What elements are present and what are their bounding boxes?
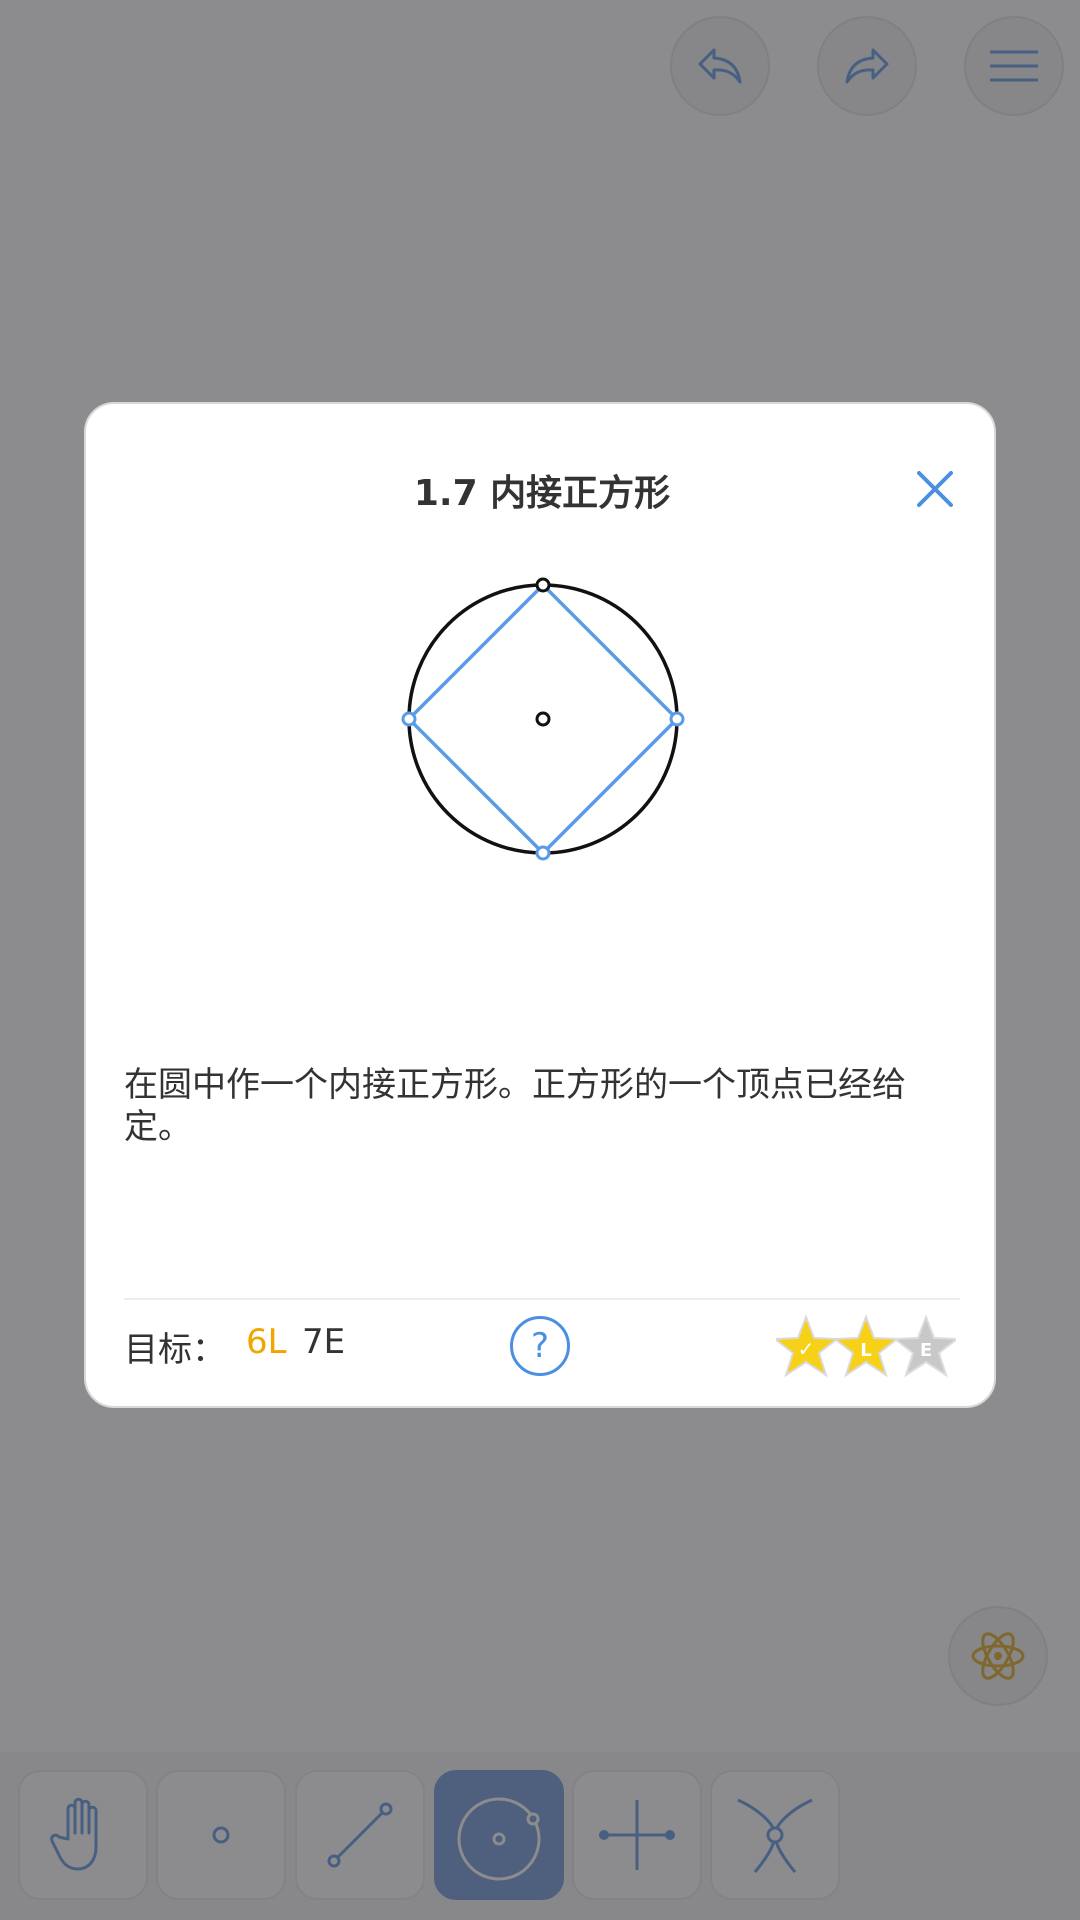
center-point xyxy=(535,711,551,727)
star-rating: ✓ L E xyxy=(776,1314,956,1378)
star-mark: ✓ xyxy=(798,1337,815,1361)
goal-e-moves: 7E xyxy=(302,1322,346,1362)
level-description: 在圆中作一个内接正方形。正方形的一个顶点已经给定。 xyxy=(124,1065,906,1147)
close-icon xyxy=(917,471,953,507)
star-mark: E xyxy=(920,1340,932,1361)
level-preview-figure xyxy=(401,577,685,861)
level-dialog: 1.7 内接正方形 在圆中作一个内接正方形。正方形的一个顶点已经给定。 目标： … xyxy=(84,402,996,1408)
square-vertex-point xyxy=(535,845,551,861)
star-mark: L xyxy=(860,1340,871,1361)
star-icon: ✓ xyxy=(776,1314,840,1378)
given-vertex-point xyxy=(535,577,551,593)
star-icon: L xyxy=(832,1314,900,1378)
goal-l-moves: 6L xyxy=(246,1322,287,1362)
goal-label: 目标： xyxy=(124,1330,226,1370)
star-icon: E xyxy=(892,1314,956,1378)
divider xyxy=(124,1298,960,1300)
square-vertex-point xyxy=(401,711,417,727)
close-button[interactable] xyxy=(910,464,960,514)
help-button[interactable]: ? xyxy=(510,1316,570,1376)
dialog-title: 1.7 内接正方形 xyxy=(413,473,671,514)
square-vertex-point xyxy=(669,711,685,727)
